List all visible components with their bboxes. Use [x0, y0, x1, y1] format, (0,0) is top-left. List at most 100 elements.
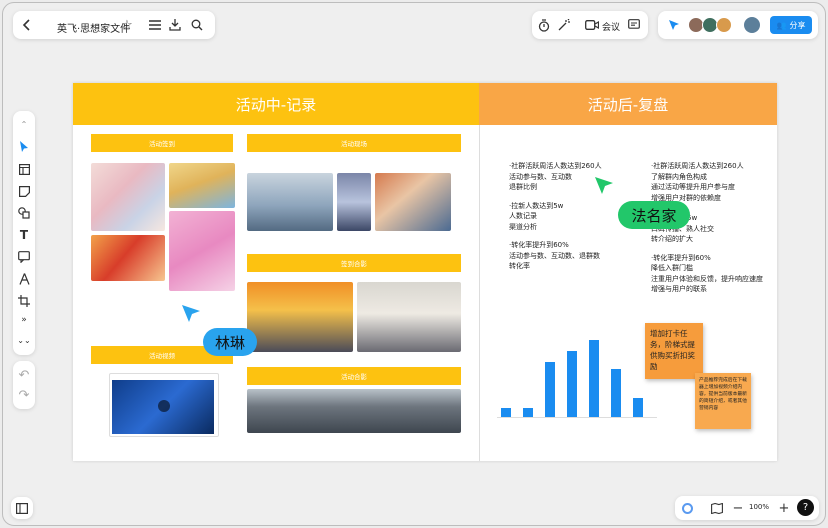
metric-line: 了解群内角色构成 — [651, 172, 707, 181]
expand-down-icon[interactable]: ⌄⌄ — [16, 333, 32, 347]
download-icon[interactable] — [167, 17, 183, 33]
sticky-text: 产品推荐完成后在下载器上增加视频介绍内容，提供当前版本最新的简短介绍，或者其他营… — [699, 378, 747, 411]
text-tool-icon[interactable]: T — [16, 227, 32, 243]
collaborator-cursor-icon — [182, 305, 200, 327]
group-photo-1[interactable] — [247, 282, 353, 352]
comment-note-icon[interactable] — [16, 249, 32, 265]
bar-chart[interactable] — [497, 323, 667, 423]
collaborator-cursor-icon — [595, 177, 613, 199]
collapse-up-icon[interactable]: ⌃ — [16, 117, 32, 131]
search-icon[interactable] — [189, 17, 205, 33]
share-label: 分享 — [789, 20, 806, 30]
app-window: 英飞·思想家文件 ☆ 会议 👥 分享 ⌃ T » ⌄⌄ ↶ ↷ − 100% +… — [2, 2, 826, 526]
section-header-right: 活动后-复盘 — [479, 83, 777, 125]
signin-photo-3[interactable] — [169, 211, 235, 291]
zoom-level[interactable]: 100% — [749, 503, 769, 511]
collaborator-name-tag: 林琳 — [203, 328, 257, 356]
section-title-left: 活动中-记录 — [235, 95, 317, 114]
zoom-toolbar: − 100% + ? — [675, 496, 819, 520]
sidebar-panel-icon — [14, 500, 30, 516]
signin-photo-1[interactable] — [91, 163, 165, 231]
sticky-note-small[interactable]: 产品推荐完成后在下载器上增加视频介绍内容，提供当前版本最新的简短介绍，或者其他营… — [695, 373, 751, 429]
crop-frame-icon[interactable] — [16, 293, 32, 309]
group-photo-2[interactable] — [357, 282, 461, 352]
frame-layout-icon[interactable] — [16, 161, 32, 177]
metric-line: 人数记录 — [509, 212, 537, 220]
chart-bar — [611, 368, 621, 417]
share-button[interactable]: 👥 分享 — [770, 16, 812, 34]
minimap-icon[interactable] — [709, 500, 725, 516]
chart-bar — [501, 408, 511, 417]
share-toolbar: 👥 分享 — [658, 11, 818, 39]
metrics-column-1: ·社群活跃周活人数达到260人 活动参与数、互动数 退群比例 ·拉新人数达到5w… — [509, 161, 602, 272]
assistant-icon[interactable] — [679, 500, 695, 516]
avatar[interactable] — [716, 17, 732, 33]
collab-toolbar: 会议 — [532, 11, 648, 39]
site-photo-1[interactable] — [247, 173, 333, 231]
metric-line: 增强与用户的联系 — [651, 285, 707, 293]
pen-icon[interactable] — [16, 271, 32, 287]
help-button[interactable]: ? — [797, 499, 814, 516]
section-divider — [479, 125, 480, 461]
section-title-right: 活动后-复盘 — [587, 95, 669, 114]
meeting-label[interactable]: 会议 — [602, 20, 620, 33]
label-group-photo-1[interactable]: 签到合影 — [247, 254, 461, 272]
metric-line: 转化率 — [509, 262, 530, 270]
history-toolbar: ↶ ↷ — [13, 361, 35, 409]
whiteboard-canvas[interactable]: 活动中-记录 活动后-复盘 活动签到 活动现场 签到合影 活动视频 活动合影 ·… — [73, 83, 777, 461]
site-photo-3[interactable] — [375, 173, 451, 231]
magic-wand-icon[interactable] — [556, 17, 572, 33]
shapes-icon[interactable] — [16, 205, 32, 221]
comment-icon[interactable] — [626, 17, 642, 33]
follow-cursor-icon[interactable] — [666, 17, 682, 33]
zoom-out-button[interactable]: − — [731, 500, 745, 516]
signin-photo-2[interactable] — [169, 163, 235, 208]
collaborator-name-tag: 法名家 — [618, 201, 690, 229]
video-meeting-icon[interactable] — [584, 17, 600, 33]
metric-line: ·拉新人数达到5w — [509, 201, 564, 210]
chart-baseline — [497, 417, 657, 418]
metric-line: ·转化率提升到60% — [509, 241, 569, 249]
metric-line: ·转化率提升到60% — [651, 253, 711, 262]
metric-line: ·社群活跃周活人数达到260人 — [651, 162, 744, 170]
chart-bar — [589, 339, 599, 417]
document-toolbar: 英飞·思想家文件 ☆ — [13, 11, 215, 39]
label-group-photo-2[interactable]: 活动合影 — [247, 367, 461, 385]
label-signin[interactable]: 活动签到 — [91, 134, 233, 152]
metric-line: 转介绍的扩大 — [651, 235, 693, 243]
chart-bar — [523, 408, 533, 417]
more-tools-icon[interactable]: » — [16, 313, 32, 327]
zoom-in-button[interactable]: + — [777, 500, 791, 516]
signin-photo-4[interactable] — [91, 235, 165, 281]
back-icon[interactable] — [19, 17, 35, 33]
metric-line: ·社群活跃周活人数达到260人 — [509, 162, 602, 170]
outline-toggle[interactable] — [11, 497, 33, 519]
select-cursor-icon[interactable] — [16, 139, 32, 155]
chart-bar — [545, 362, 555, 417]
timer-icon[interactable] — [536, 17, 552, 33]
metric-line: 渠道分析 — [509, 222, 537, 231]
menu-icon[interactable] — [147, 17, 163, 33]
sticky-note-icon[interactable] — [16, 183, 32, 199]
chart-bar — [567, 351, 577, 417]
site-photo-2[interactable] — [337, 173, 371, 231]
tool-sidebar: ⌃ T » ⌄⌄ — [13, 111, 35, 355]
user-add-icon: 👥 — [776, 20, 787, 30]
star-icon[interactable]: ☆ — [119, 17, 135, 33]
chart-bar — [633, 397, 643, 417]
sticky-note-orange[interactable]: 增加打卡任务，阶梯式提供购买折扣奖励 — [645, 323, 703, 379]
avatar[interactable] — [744, 17, 760, 33]
metric-line: 通过活动等提升用户参与度 — [651, 183, 735, 191]
metric-line: 活动参与数、互动数、退群数 — [509, 251, 600, 260]
metric-line: 退群比例 — [509, 183, 537, 191]
redo-icon[interactable]: ↷ — [16, 387, 32, 403]
metric-line: 注重用户体验和反馈，提升响应速度 — [651, 274, 763, 283]
metric-line: 活动参与数、互动数 — [509, 172, 572, 181]
label-site[interactable]: 活动现场 — [247, 134, 461, 152]
undo-icon[interactable]: ↶ — [16, 367, 32, 383]
section-header-left: 活动中-记录 — [73, 83, 479, 125]
play-icon[interactable] — [158, 400, 170, 412]
group-photo-3[interactable] — [247, 389, 461, 433]
sticky-text: 增加打卡任务，阶梯式提供购买折扣奖励 — [650, 329, 695, 371]
video-thumbnail[interactable] — [109, 373, 219, 437]
